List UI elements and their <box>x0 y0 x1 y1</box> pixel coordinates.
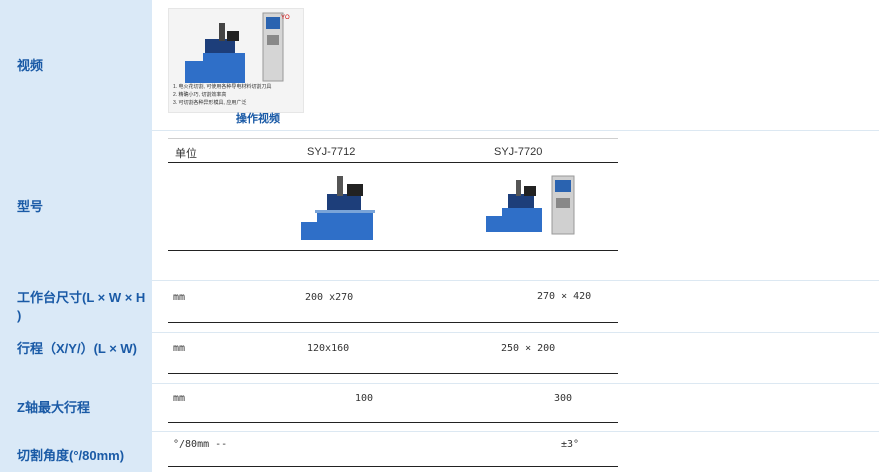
video-desc-line: 1. 电火花切割, 可使用各种导电材料切割刀具 <box>173 84 272 90</box>
model-name-1: SYJ-7712 <box>307 146 356 158</box>
svg-text:YO: YO <box>281 15 290 21</box>
row-divider <box>152 332 879 333</box>
row-value-model-2: 250 × 200 <box>501 343 556 354</box>
video-caption-link[interactable]: 操作视频 <box>168 110 348 126</box>
row-unit: mm <box>173 292 186 303</box>
label-table-size: 工作台尺寸(L × W × H ) <box>17 290 146 323</box>
video-thumbnail[interactable]: YO 1. 电火花切割, 可使用各种导电材料切割刀具 2. 精确小巧, 切割效率… <box>168 8 304 113</box>
video-desc-line: 2. 精确小巧, 切割效率高 <box>173 92 227 98</box>
label-cut-angle: 切割角度(°/80mm) <box>17 448 125 463</box>
table-row-rule <box>168 322 618 323</box>
model-name-2: SYJ-7720 <box>494 146 543 158</box>
row-value-model-1: 100 <box>355 393 374 404</box>
row-value-model-2: 270 × 420 <box>537 291 592 302</box>
table-header-rule <box>168 162 618 163</box>
table-image-rule <box>168 250 618 251</box>
table-row-rule <box>168 373 618 374</box>
row-value-model-2: 300 <box>554 393 573 404</box>
row-divider <box>152 431 879 432</box>
table-top-rule <box>168 138 618 139</box>
label-model: 型号 <box>17 199 44 214</box>
video-desc-line: 3. 可切割各种异形模具, 应用广泛 <box>173 100 247 106</box>
row-unit: mm <box>173 343 186 354</box>
label-z-travel: Z轴最大行程 <box>17 400 90 415</box>
row-value-model-1: 200 x270 <box>305 292 354 303</box>
label-travel: 行程（X/Y/）(L × W) <box>17 341 138 356</box>
row-divider <box>152 280 879 281</box>
model-1-image <box>287 170 391 244</box>
table-row-rule <box>168 422 618 423</box>
model-2-image <box>480 172 580 236</box>
label-video: 视频 <box>17 58 44 73</box>
table-row-rule <box>168 466 618 467</box>
row-unit: °/80mm -- <box>173 439 228 450</box>
row-value-model-1: 120x160 <box>307 343 350 354</box>
row-unit: mm <box>173 393 186 404</box>
row-divider <box>152 383 879 384</box>
row-divider <box>152 130 879 131</box>
row-value-model-2: ±3° <box>561 439 580 450</box>
unit-header: 单位 <box>175 148 197 160</box>
